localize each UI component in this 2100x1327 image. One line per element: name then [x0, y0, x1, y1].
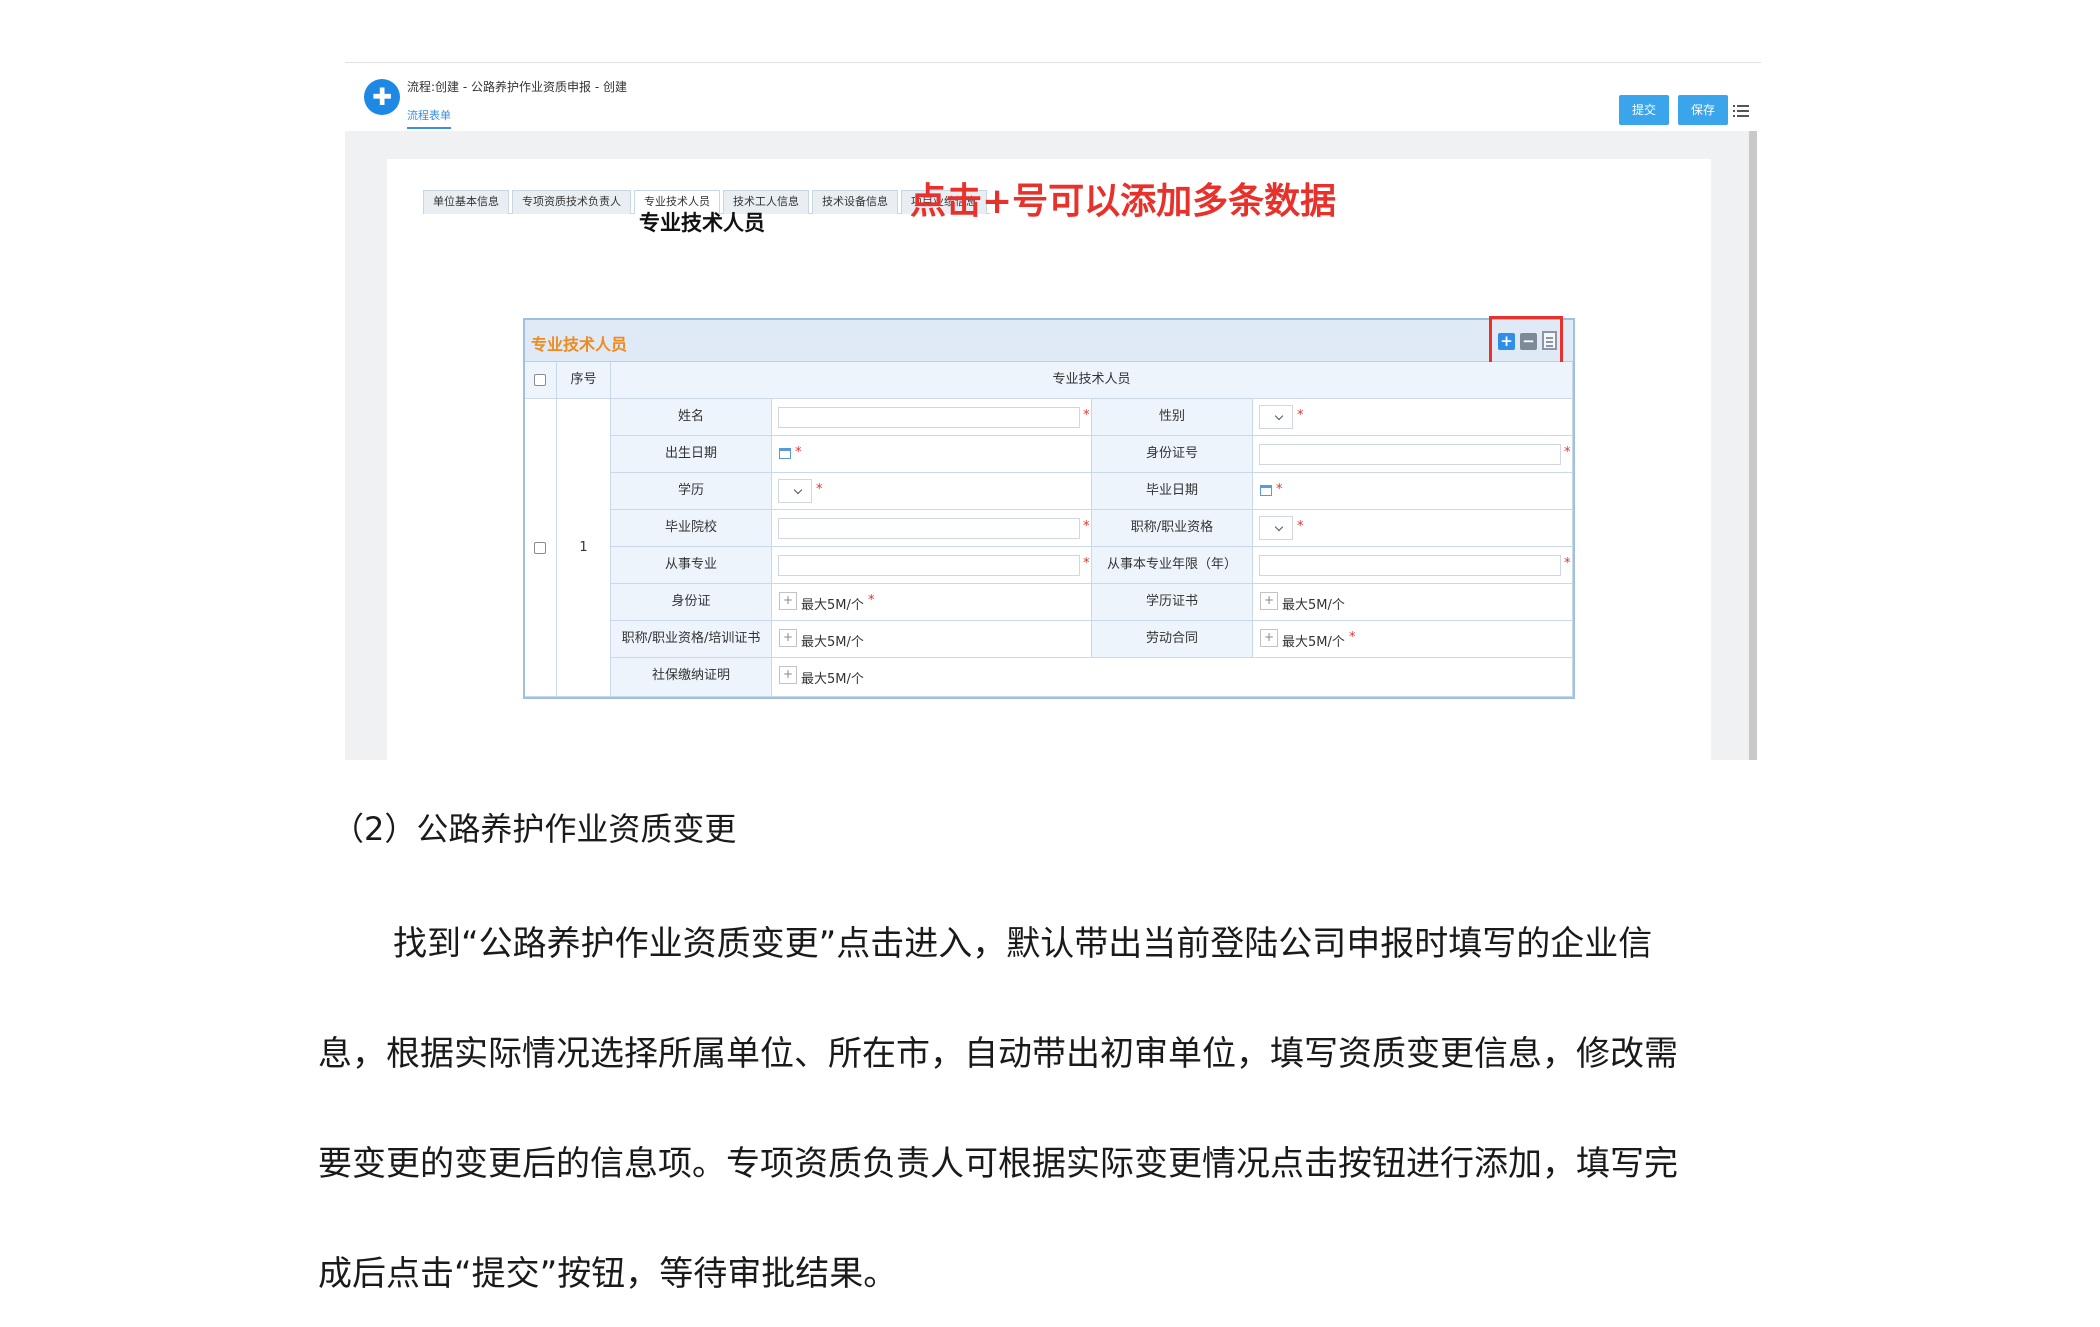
- required-mark: *: [868, 593, 875, 608]
- education-field-cell: *: [772, 473, 1092, 510]
- social-upload-cell: + 最大5M/个: [772, 658, 1573, 697]
- col-seq-header: 序号: [557, 362, 611, 399]
- upload-hint: 最大5M/个: [801, 598, 864, 613]
- id-card-upload-cell: + 最大5M/个 *: [772, 584, 1092, 621]
- upload-hint: 最大5M/个: [801, 672, 864, 687]
- name-field-cell: *: [772, 399, 1092, 436]
- label-major: 从事专业: [611, 547, 772, 584]
- upload-plus-icon[interactable]: +: [779, 629, 797, 647]
- required-mark: *: [1564, 445, 1571, 460]
- gender-field-cell: *: [1253, 399, 1573, 436]
- gender-select[interactable]: [1259, 405, 1293, 429]
- required-mark: *: [1276, 482, 1283, 497]
- label-title-qual: 职称/职业资格: [1092, 510, 1253, 547]
- birth-field-cell: *: [772, 436, 1092, 473]
- title-qual-select[interactable]: [1259, 516, 1293, 540]
- edu-cert-upload-cell: + 最大5M/个: [1253, 584, 1573, 621]
- paragraph-line-2: 息，根据实际情况选择所属单位、所在市，自动带出初审单位，填写资质变更信息，修改需: [318, 1034, 1678, 1074]
- required-mark: *: [1564, 556, 1571, 571]
- upload-hint: 最大5M/个: [1282, 598, 1345, 613]
- school-input[interactable]: [778, 518, 1080, 539]
- list-menu-icon[interactable]: [1733, 103, 1749, 119]
- required-mark: *: [1297, 408, 1304, 423]
- label-id-card: 身份证: [611, 584, 772, 621]
- paragraph-line-1: 找到“公路养护作业资质变更”点击进入，默认带出当前登陆公司申报时填写的企业信: [393, 924, 1653, 964]
- upload-hint: 最大5M/个: [1282, 635, 1345, 650]
- contract-upload-cell: + 最大5M/个 *: [1253, 621, 1573, 658]
- required-mark: *: [816, 482, 823, 497]
- upload-plus-icon[interactable]: +: [779, 666, 797, 684]
- grid-title: 专业技术人员: [531, 335, 628, 354]
- major-input[interactable]: [778, 555, 1080, 576]
- years-field-cell: *: [1253, 547, 1573, 584]
- grid-header: 专业技术人员 + −: [525, 316, 1573, 366]
- highlight-box: [1489, 316, 1563, 366]
- app-header: ✚ 流程:创建 - 公路养护作业资质申报 - 创建 流程表单 提交 保存: [345, 63, 1749, 131]
- name-input[interactable]: [778, 407, 1080, 428]
- grad-date-field-cell: *: [1253, 473, 1573, 510]
- save-button[interactable]: 保存: [1678, 95, 1728, 125]
- required-mark: *: [1083, 408, 1090, 423]
- cert-train-upload-cell: + 最大5M/个: [772, 621, 1092, 658]
- label-cert-train: 职称/职业资格/培训证书: [611, 621, 772, 658]
- id-number-input[interactable]: [1259, 444, 1561, 465]
- upload-plus-icon[interactable]: +: [1260, 592, 1278, 610]
- row-checkbox[interactable]: [534, 542, 546, 554]
- label-edu-cert: 学历证书: [1092, 584, 1253, 621]
- label-id-no: 身份证号: [1092, 436, 1253, 473]
- paragraph-line-3: 要变更的变更后的信息项。专项资质负责人可根据实际变更情况点击按钮进行添加，填写完: [318, 1144, 1678, 1184]
- years-input[interactable]: [1259, 555, 1561, 576]
- window-title: 流程:创建 - 公路养护作业资质申报 - 创建: [407, 80, 627, 94]
- required-mark: *: [1297, 519, 1304, 534]
- calendar-icon[interactable]: [779, 448, 791, 459]
- id-no-field-cell: *: [1253, 436, 1573, 473]
- title-qual-field-cell: *: [1253, 510, 1573, 547]
- select-all-checkbox[interactable]: [534, 374, 546, 386]
- label-education: 学历: [611, 473, 772, 510]
- row-select-cell: [525, 399, 557, 697]
- required-mark: *: [1083, 519, 1090, 534]
- section-heading: （2）公路养护作业资质变更: [332, 810, 737, 848]
- row-seq: 1: [557, 399, 611, 697]
- label-social: 社保缴纳证明: [611, 658, 772, 697]
- required-mark: *: [1083, 556, 1090, 571]
- upload-plus-icon[interactable]: +: [1260, 629, 1278, 647]
- label-contract: 劳动合同: [1092, 621, 1253, 658]
- label-grad-date: 毕业日期: [1092, 473, 1253, 510]
- label-name: 姓名: [611, 399, 772, 436]
- required-mark: *: [1349, 630, 1356, 645]
- submit-button[interactable]: 提交: [1619, 95, 1669, 125]
- label-years: 从事本专业年限（年）: [1092, 547, 1253, 584]
- paragraph-line-4: 成后点击“提交”按钮，等待审批结果。: [318, 1254, 898, 1294]
- education-select[interactable]: [778, 479, 812, 503]
- select-all-cell: [525, 362, 557, 399]
- calendar-icon[interactable]: [1260, 485, 1272, 496]
- app-logo-icon: ✚: [364, 79, 400, 115]
- major-field-cell: *: [772, 547, 1092, 584]
- label-school: 毕业院校: [611, 510, 772, 547]
- upload-hint: 最大5M/个: [801, 635, 864, 650]
- required-mark: *: [795, 445, 802, 460]
- label-birth: 出生日期: [611, 436, 772, 473]
- staff-grid: 专业技术人员 + − 序号 专业技术人员 1 姓名 * 性别 * 出生日期 * …: [523, 316, 1575, 699]
- vertical-scrollbar[interactable]: [1749, 131, 1757, 760]
- col-main-header: 专业技术人员: [611, 362, 1573, 399]
- school-field-cell: *: [772, 510, 1092, 547]
- annotation-callout: 点击+号可以添加多条数据: [910, 181, 1337, 222]
- upload-plus-icon[interactable]: +: [779, 592, 797, 610]
- label-gender: 性别: [1092, 399, 1253, 436]
- tab-process-form[interactable]: 流程表单: [407, 107, 451, 129]
